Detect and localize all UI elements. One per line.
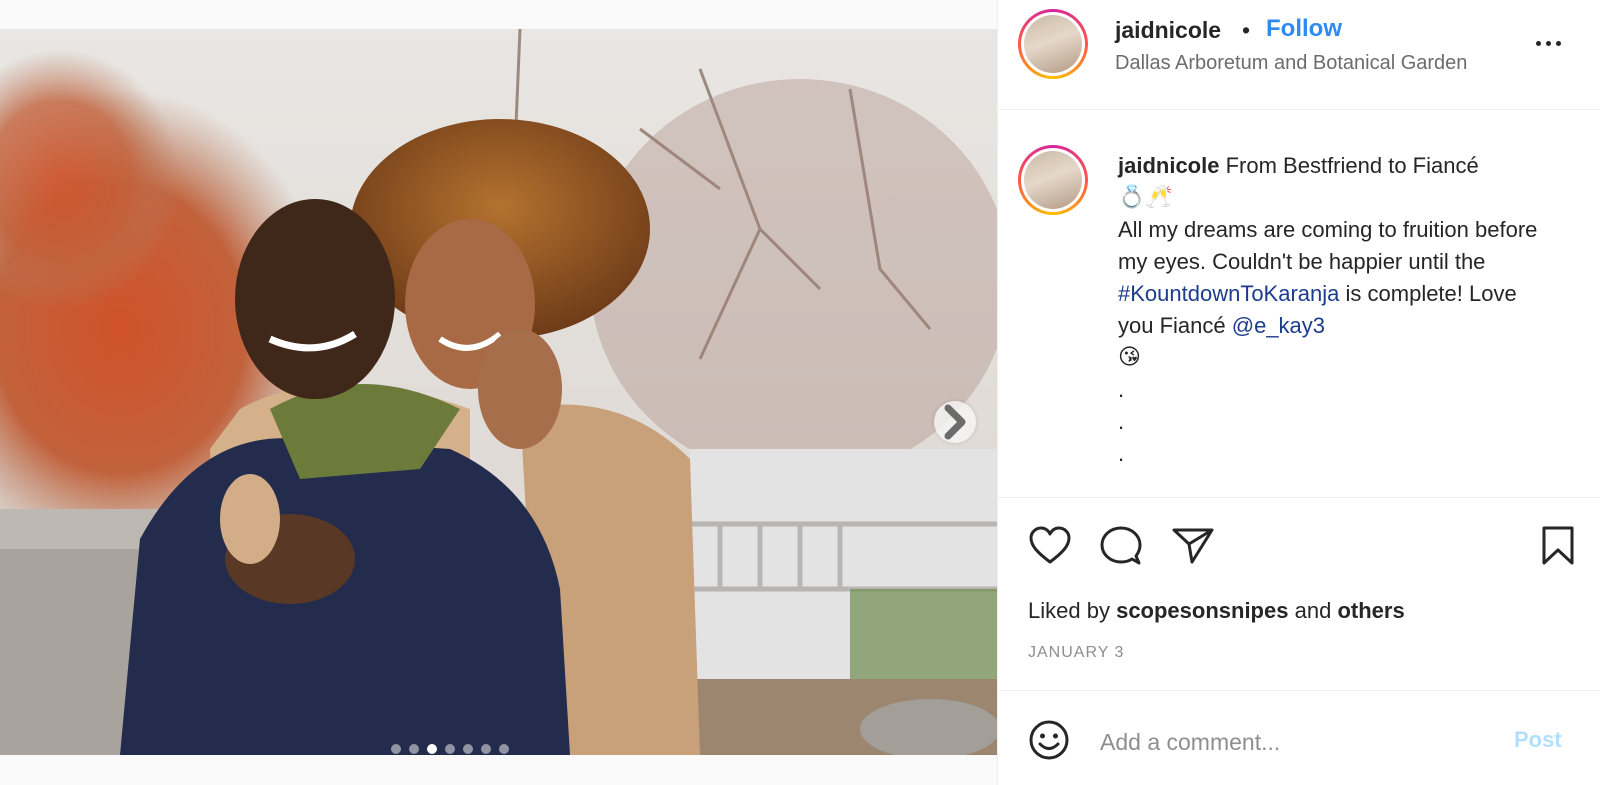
liked-by-others-link[interactable]: others [1337, 598, 1404, 623]
avatar-photo [1024, 151, 1082, 209]
header-separator: • [1242, 17, 1251, 43]
post-comment-button[interactable]: Post [1514, 727, 1562, 753]
header-avatar[interactable] [1018, 9, 1088, 79]
caption-dot: . [1118, 377, 1125, 402]
post-photo [0, 29, 997, 755]
header-username[interactable]: jaidnicole [1115, 17, 1221, 44]
caption-text1: All my dreams are coming to fruition bef… [1118, 217, 1538, 274]
comment-icon[interactable] [1100, 526, 1142, 566]
carousel-dot [481, 744, 491, 754]
likes-prefix: Liked by [1028, 598, 1110, 623]
bookmark-icon[interactable] [1540, 526, 1576, 566]
location-link[interactable]: Dallas Arboretum and Botanical Garden [1115, 52, 1505, 75]
liked-by-user-link[interactable]: scopesonsnipes [1116, 598, 1288, 623]
action-bar [1028, 526, 1576, 566]
mention-link[interactable]: @e_kay3 [1232, 313, 1325, 338]
comment-bar: Post [998, 707, 1600, 785]
caption-dot: . [1118, 409, 1125, 434]
likes-summary: Liked by scopesonsnipes and others [1028, 598, 1405, 624]
caption-divider [998, 497, 1600, 498]
paper-plane-icon[interactable] [1172, 526, 1214, 566]
carousel-dot [391, 744, 401, 754]
smiley-icon[interactable] [1028, 719, 1070, 761]
carousel-dot [427, 744, 437, 754]
heart-icon[interactable] [1028, 526, 1072, 566]
carousel-dot [463, 744, 473, 754]
next-photo-button[interactable] [934, 401, 976, 443]
post-panel: jaidnicole • Follow Dallas Arboretum and… [997, 0, 1600, 785]
avatar-photo [1024, 15, 1082, 73]
header-divider [998, 109, 1600, 110]
chevron-right-icon [944, 404, 966, 440]
caption-avatar[interactable] [1018, 145, 1088, 215]
hashtag-link[interactable]: #KountdownToKaranja [1118, 281, 1339, 306]
caption-dot: . [1118, 441, 1125, 466]
caption-line1: From Bestfriend to Fiancé [1225, 153, 1479, 178]
post-caption: jaidnicole From Bestfriend to Fiancé 💍🥂 … [1118, 150, 1558, 470]
more-options-icon[interactable] [1530, 28, 1566, 58]
caption-emoji-kiss: 😘 [1118, 345, 1141, 370]
follow-button[interactable]: Follow [1266, 15, 1342, 43]
post-date[interactable]: JANUARY 3 [1028, 644, 1124, 662]
caption-username[interactable]: jaidnicole [1118, 153, 1219, 178]
comment-divider [998, 690, 1600, 691]
carousel-dot [499, 744, 509, 754]
comment-input[interactable] [1098, 723, 1482, 761]
post-media[interactable] [0, 29, 997, 755]
likes-middle: and [1294, 598, 1332, 623]
carousel-dot [445, 744, 455, 754]
carousel-indicator [391, 744, 509, 754]
caption-emoji-ring: 💍🥂 [1118, 185, 1173, 210]
carousel-dot [409, 744, 419, 754]
